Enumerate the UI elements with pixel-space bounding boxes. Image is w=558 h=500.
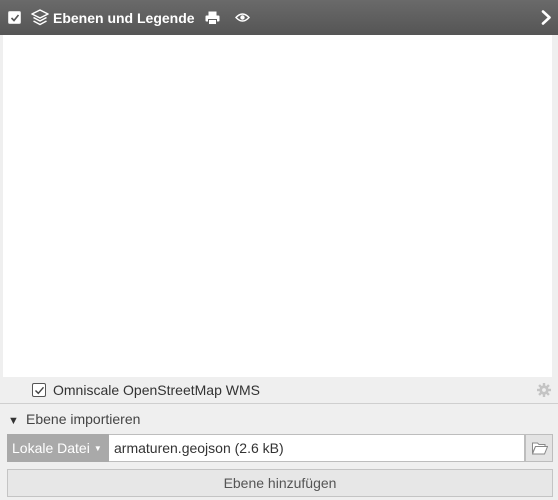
import-row: Lokale Datei ▼ armaturen.geojson (2.6 kB) bbox=[7, 434, 553, 462]
layers-panel: Ebenen und Legende Omniscale OpenStreetM… bbox=[0, 0, 558, 500]
source-type-value: Lokale Datei bbox=[12, 440, 90, 456]
layer-label: Omniscale OpenStreetMap WMS bbox=[53, 382, 260, 398]
layer-visibility-checkbox[interactable] bbox=[32, 383, 46, 397]
panel-title: Ebenen und Legende bbox=[53, 10, 195, 26]
add-layer-button[interactable]: Ebene hinzufügen bbox=[7, 469, 553, 497]
source-type-select[interactable]: Lokale Datei ▼ bbox=[7, 434, 109, 462]
section-divider bbox=[0, 403, 558, 404]
collapse-right-icon[interactable] bbox=[540, 10, 552, 25]
panel-header: Ebenen und Legende bbox=[0, 0, 558, 35]
check-icon bbox=[35, 386, 45, 395]
expand-triangle-icon: ▼ bbox=[8, 415, 19, 427]
import-layer-toggle[interactable]: ▼ Ebene importieren bbox=[8, 411, 140, 429]
toggle-all-layers-checkbox[interactable] bbox=[8, 11, 21, 24]
eye-icon[interactable] bbox=[235, 12, 250, 23]
file-name-field[interactable]: armaturen.geojson (2.6 kB) bbox=[109, 434, 525, 462]
browse-file-button[interactable] bbox=[525, 434, 553, 462]
folder-open-icon bbox=[532, 442, 548, 455]
print-icon[interactable] bbox=[205, 11, 220, 25]
layer-row[interactable]: Omniscale OpenStreetMap WMS bbox=[0, 377, 558, 403]
check-icon bbox=[10, 14, 20, 22]
legend-content-area bbox=[3, 35, 552, 377]
gear-icon[interactable] bbox=[537, 383, 551, 397]
caret-down-icon: ▼ bbox=[93, 444, 102, 454]
import-toggle-label: Ebene importieren bbox=[26, 411, 141, 427]
layers-icon bbox=[31, 9, 49, 26]
